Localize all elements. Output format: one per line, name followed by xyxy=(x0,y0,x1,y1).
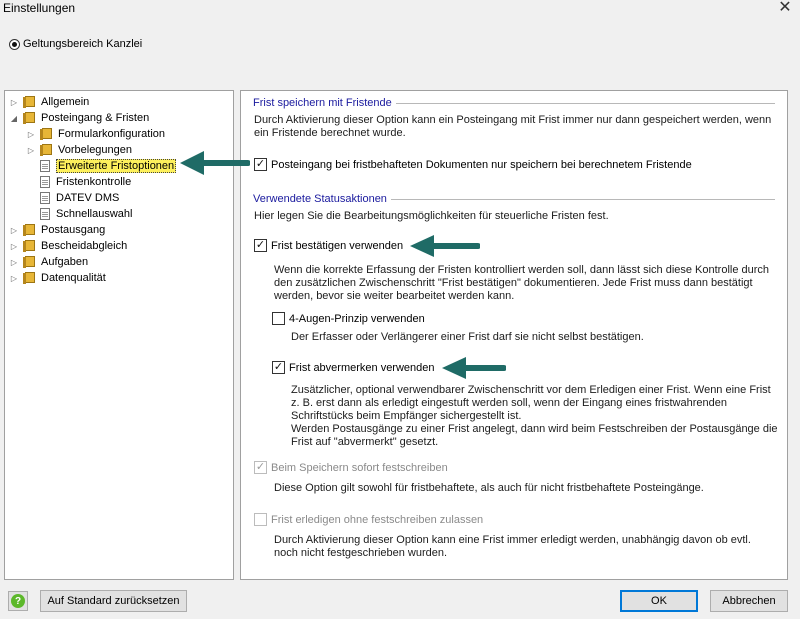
help-icon: ? xyxy=(11,594,25,608)
tree-item-label: Postausgang xyxy=(41,224,106,236)
tree-item-datenqualitaet[interactable]: ▷ Datenqualität xyxy=(9,270,106,286)
tree-item-postausgang[interactable]: ▷ Postausgang xyxy=(9,222,105,238)
expand-arrow-icon[interactable]: ▷ xyxy=(9,274,19,283)
tree-item-label: Schnellauswahl xyxy=(56,208,133,220)
mark-deadline-checkbox[interactable]: ✓ Frist abvermerken verwenden xyxy=(272,360,435,375)
four-eyes-description: Der Erfasser oder Verlängerer einer Fris… xyxy=(291,331,644,343)
tree-item-bescheidabgleich[interactable]: ▷ Bescheidabgleich xyxy=(9,238,127,254)
tree-item-formularkonfiguration[interactable]: ▷ Formularkonfiguration xyxy=(26,126,165,142)
tree-item-vorbelegungen[interactable]: ▷ Vorbelegungen xyxy=(26,142,132,158)
settings-content: Frist speichern mit Fristende Durch Akti… xyxy=(240,90,788,580)
scope-radio[interactable]: Geltungsbereich Kanzlei xyxy=(9,36,142,52)
tree-item-schnellauswahl[interactable]: Schnellauswahl xyxy=(40,206,132,222)
tree-item-datev-dms[interactable]: DATEV DMS xyxy=(40,190,119,206)
reset-defaults-button[interactable]: Auf Standard zurücksetzen xyxy=(40,590,187,612)
tree-item-label: Aufgaben xyxy=(41,256,89,268)
folder-icon xyxy=(23,272,36,284)
group-statusaktionen: Verwendete Statusaktionen xyxy=(253,192,775,206)
page-icon xyxy=(40,160,50,172)
radio-selected-icon[interactable] xyxy=(9,38,20,50)
tree-item-label: Fristenkontrolle xyxy=(56,176,132,188)
expand-arrow-icon[interactable]: ▷ xyxy=(26,130,36,139)
expand-arrow-icon[interactable]: ▷ xyxy=(9,258,19,267)
tree-item-label: Posteingang & Fristen xyxy=(41,112,150,124)
tree-item-label: Formularkonfiguration xyxy=(58,128,165,140)
checkbox-checked-icon[interactable]: ✓ xyxy=(254,158,267,171)
checkbox-checked-icon[interactable]: ✓ xyxy=(272,361,285,374)
expand-arrow-icon[interactable]: ▷ xyxy=(9,98,19,107)
tree-item-label: Allgemein xyxy=(41,96,90,108)
page-icon xyxy=(40,176,50,188)
mark-description-1: Zusätzlicher, optional verwendbarer Zwis… xyxy=(291,384,771,422)
complete-without-fix-description: Durch Aktivierung dieser Option kann ein… xyxy=(274,534,751,559)
ok-button[interactable]: OK xyxy=(620,590,698,612)
folder-icon xyxy=(40,144,53,156)
checkbox-checked-icon[interactable]: ✓ xyxy=(254,239,267,252)
window-title: Einstellungen xyxy=(3,1,76,15)
tree-item-erweiterte-fristoptionen[interactable]: Erweiterte Fristoptionen xyxy=(40,158,177,174)
arrow-annotation-icon xyxy=(442,357,506,379)
expand-arrow-icon[interactable]: ▷ xyxy=(9,242,19,251)
page-icon xyxy=(40,208,50,220)
four-eyes-checkbox[interactable]: 4-Augen-Prinzip verwenden xyxy=(272,311,425,326)
folder-icon xyxy=(23,112,36,124)
checkbox-label: 4-Augen-Prinzip verwenden xyxy=(289,312,425,325)
expand-arrow-icon[interactable]: ▷ xyxy=(26,146,36,155)
arrow-annotation-icon xyxy=(180,151,250,175)
tree-item-label: Vorbelegungen xyxy=(58,144,133,156)
confirm-deadline-checkbox[interactable]: ✓ Frist bestätigen verwenden xyxy=(254,238,403,253)
folder-icon xyxy=(23,96,36,108)
cancel-button[interactable]: Abbrechen xyxy=(710,590,788,612)
folder-icon xyxy=(23,256,36,268)
folder-icon xyxy=(23,240,36,252)
group-title: Verwendete Statusaktionen xyxy=(253,193,387,205)
folder-icon xyxy=(40,128,53,140)
checkbox-unchecked-icon[interactable] xyxy=(272,312,285,325)
group-divider xyxy=(390,198,775,200)
help-button[interactable]: ? xyxy=(8,591,28,611)
tree-item-label: Erweiterte Fristoptionen xyxy=(56,159,177,173)
checkbox-unchecked-disabled-icon[interactable] xyxy=(254,513,267,526)
confirm-description: Wenn die korrekte Erfassung der Fristen … xyxy=(274,264,770,302)
tree-item-label: Bescheidabgleich xyxy=(41,240,128,252)
page-icon xyxy=(40,192,50,204)
group-divider xyxy=(395,102,775,104)
title-bar: Einstellungen ✕ xyxy=(0,0,800,18)
checkbox-label: Frist erledigen ohne festschreiben zulas… xyxy=(271,513,484,526)
section2-intro: Hier legen Sie die Bearbeitungsmöglichke… xyxy=(254,210,609,222)
checkbox-checked-disabled-icon[interactable]: ✓ xyxy=(254,461,267,474)
group-title: Frist speichern mit Fristende xyxy=(253,97,392,109)
checkbox-label: Posteingang bei fristbehafteten Dokument… xyxy=(271,158,692,171)
fix-on-save-checkbox[interactable]: ✓ Beim Speichern sofort festschreiben xyxy=(254,460,448,475)
folder-icon xyxy=(23,224,36,236)
arrow-annotation-icon xyxy=(410,235,480,257)
checkbox-label: Frist abvermerken verwenden xyxy=(289,361,435,374)
tree-item-fristenkontrolle[interactable]: Fristenkontrolle xyxy=(40,174,131,190)
save-with-deadline-checkbox[interactable]: ✓ Posteingang bei fristbehafteten Dokume… xyxy=(254,157,692,172)
fix-on-save-description: Diese Option gilt sowohl für fristbehaft… xyxy=(274,482,704,494)
complete-without-fix-checkbox[interactable]: Frist erledigen ohne festschreiben zulas… xyxy=(254,512,483,527)
tree-item-posteingang-fristen[interactable]: ◢ Posteingang & Fristen xyxy=(9,110,149,126)
section1-description: Durch Aktivierung dieser Option kann ein… xyxy=(254,114,772,139)
tree-item-allgemein[interactable]: ▷ Allgemein xyxy=(9,94,89,110)
checkbox-label: Beim Speichern sofort festschreiben xyxy=(271,461,448,474)
expand-arrow-icon[interactable]: ▷ xyxy=(9,226,19,235)
tree-item-aufgaben[interactable]: ▷ Aufgaben xyxy=(9,254,88,270)
tree-item-label: Datenqualität xyxy=(41,272,106,284)
tree-item-label: DATEV DMS xyxy=(56,192,120,204)
collapse-arrow-icon[interactable]: ◢ xyxy=(9,114,19,123)
close-icon[interactable]: ✕ xyxy=(775,0,795,18)
group-frist-speichern: Frist speichern mit Fristende xyxy=(253,96,775,110)
checkbox-label: Frist bestätigen verwenden xyxy=(271,239,404,252)
mark-description-2: Werden Postausgänge zu einer Frist angel… xyxy=(291,423,778,448)
scope-label: Geltungsbereich Kanzlei xyxy=(23,38,143,50)
